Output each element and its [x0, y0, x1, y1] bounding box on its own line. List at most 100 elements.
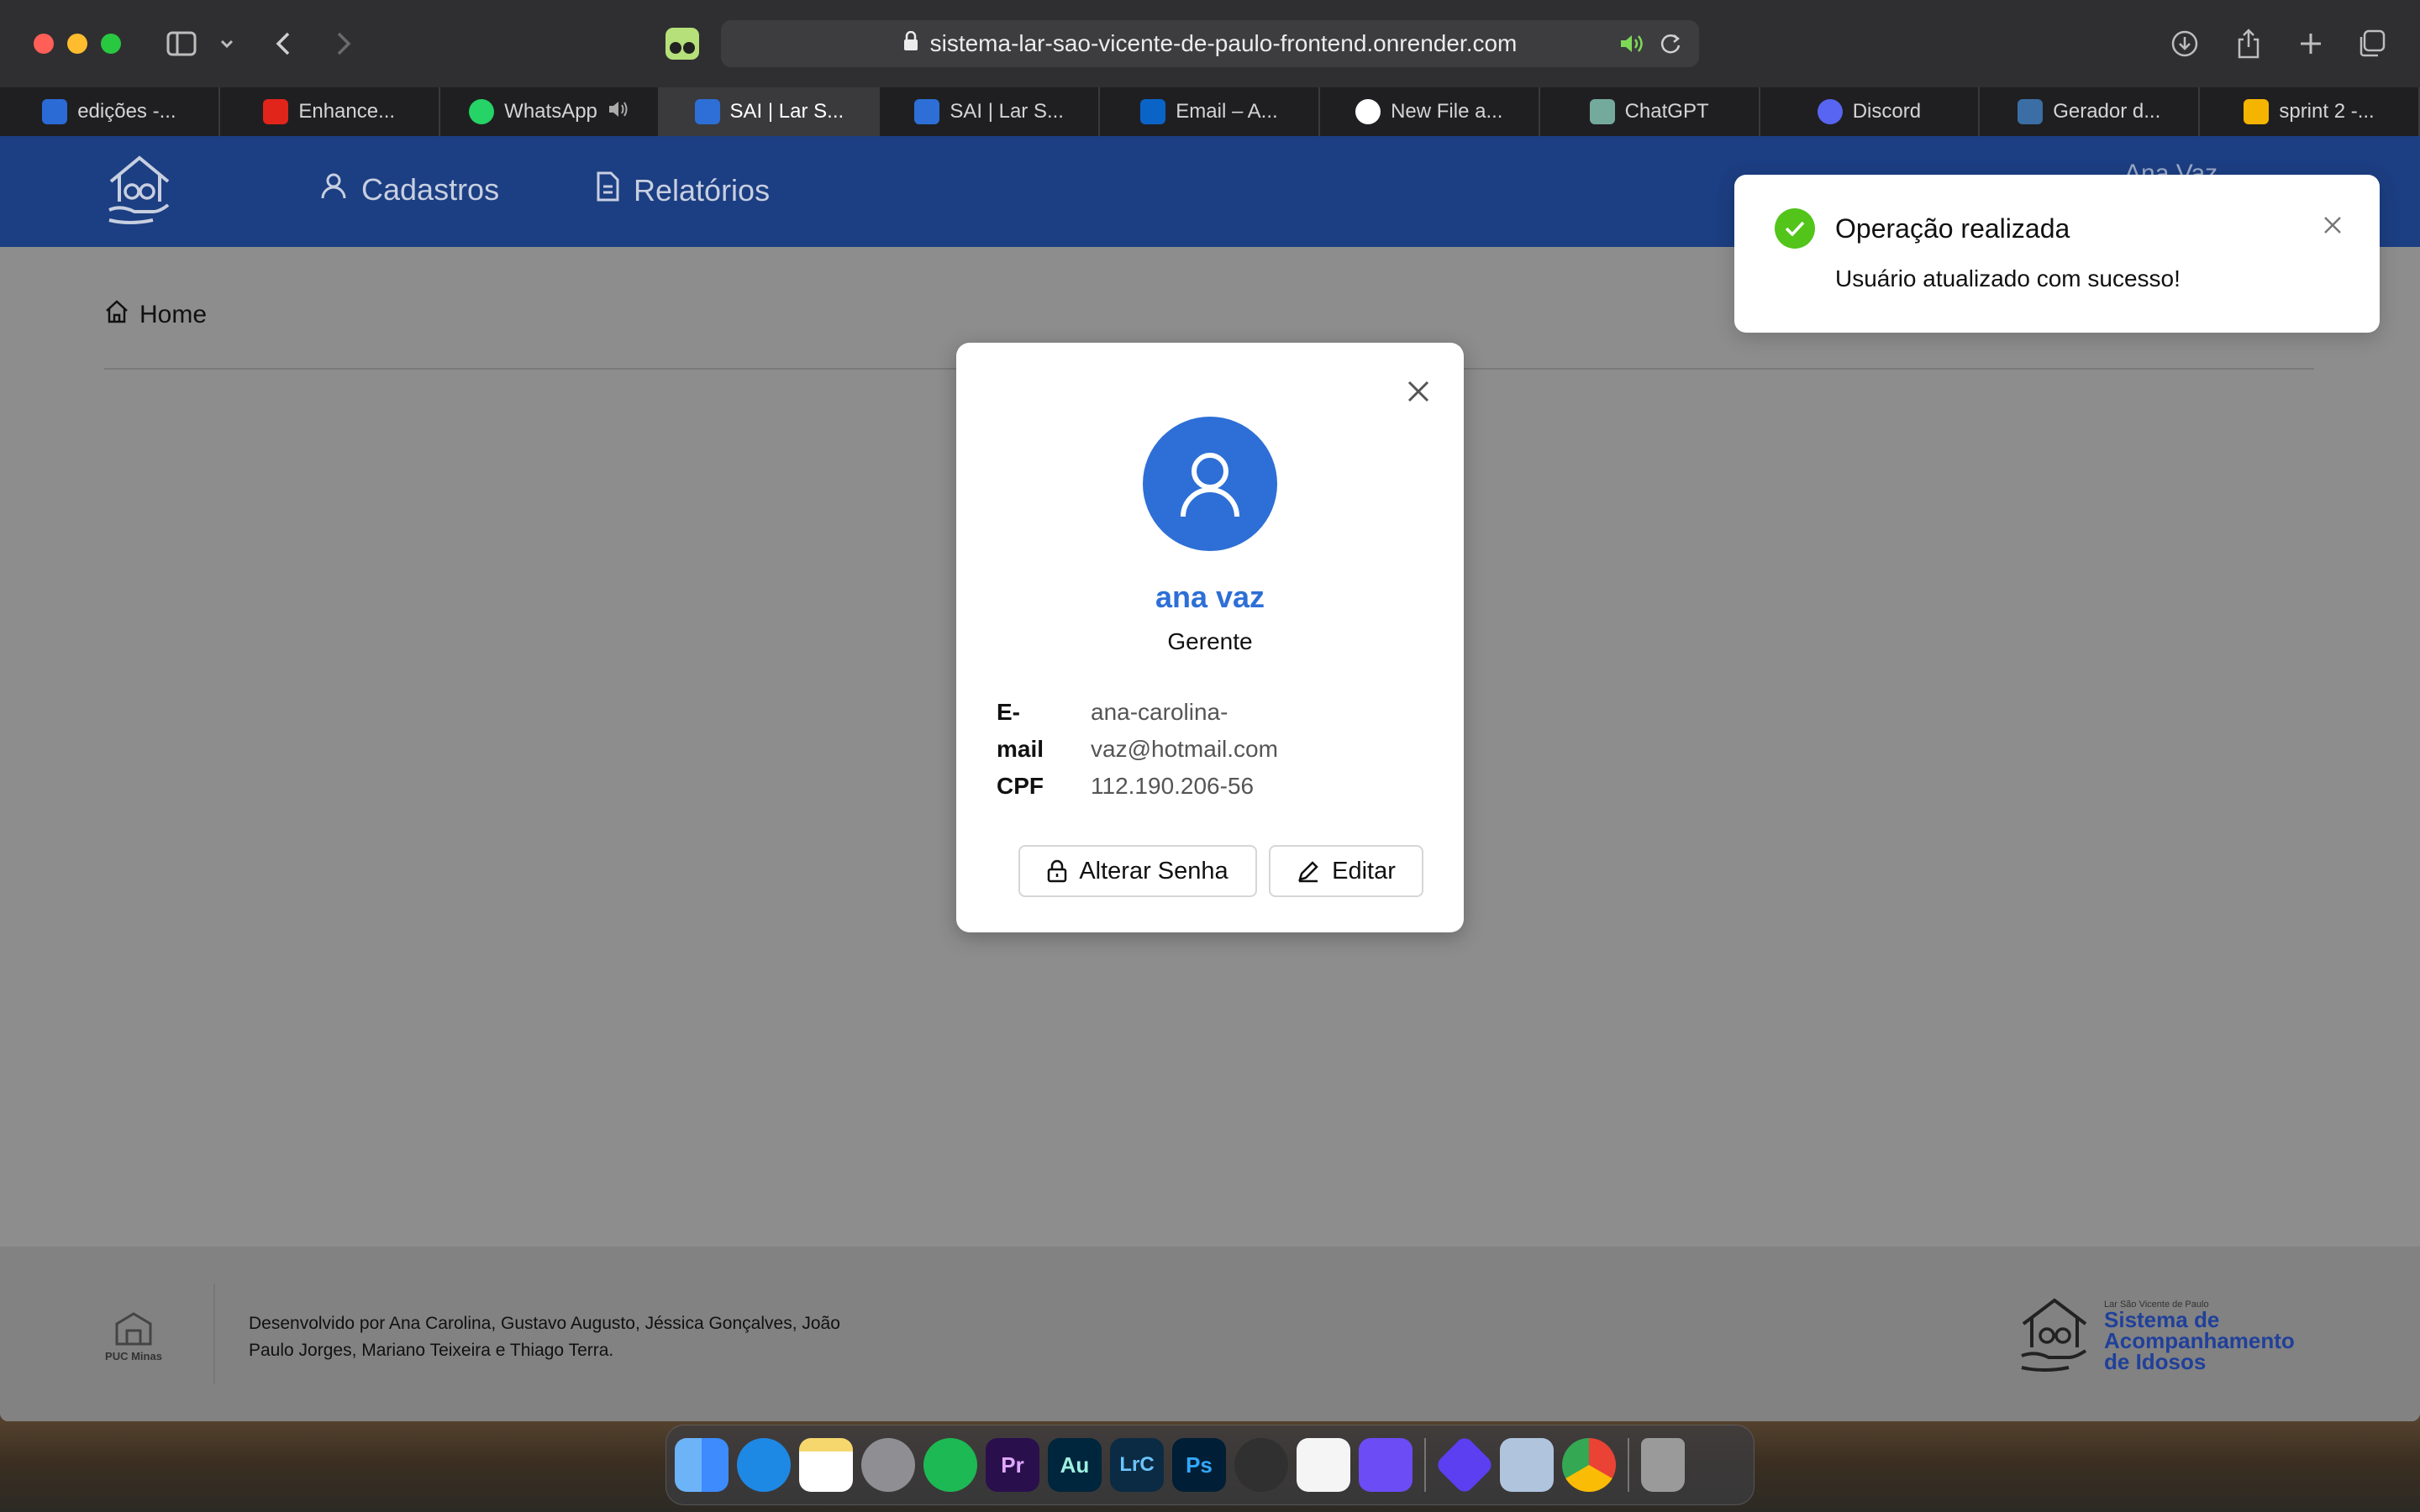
back-arrow-icon[interactable] — [271, 22, 296, 66]
brand-title-line: Acompanhamento — [2104, 1327, 2295, 1353]
tab-label: ChatGPT — [1624, 100, 1709, 123]
google-drive-icon[interactable] — [1297, 1438, 1350, 1492]
tab-sai-lar[interactable]: SAI | Lar S... — [880, 87, 1101, 136]
gerador-icon — [2018, 99, 2044, 124]
share-icon[interactable] — [2232, 22, 2265, 66]
modal-close-button[interactable] — [1402, 375, 1435, 408]
edit-button[interactable]: Editar — [1269, 845, 1423, 897]
dock-separator — [1424, 1438, 1426, 1492]
close-window-button[interactable] — [34, 34, 54, 54]
tab-label: WhatsApp — [504, 100, 597, 123]
nav-cadastros[interactable]: Cadastros — [319, 171, 499, 207]
google-drive-icon — [2244, 99, 2270, 124]
system-settings-icon[interactable] — [861, 1438, 915, 1492]
tab-discord[interactable]: Discord — [1760, 87, 1981, 136]
puc-minas-logo: PUC Minas — [104, 1310, 163, 1362]
user-icon — [1181, 453, 1239, 517]
photoshop-icon[interactable]: Ps — [1172, 1438, 1226, 1492]
notification-close-button[interactable] — [2316, 208, 2349, 242]
tab-label: New File a... — [1391, 100, 1503, 123]
extension-icon[interactable] — [664, 22, 701, 66]
chevron-down-icon[interactable] — [217, 22, 237, 66]
credits-line: Desenvolvido por Ana Carolina, Gustavo A… — [249, 1314, 840, 1333]
app-label: Au — [1060, 1452, 1090, 1478]
email-value-line: ana-carolina- — [1091, 699, 1228, 725]
fullscreen-window-button[interactable] — [101, 34, 121, 54]
notification-title: Operação realizada — [1835, 213, 2070, 244]
tab-overview-icon[interactable] — [2354, 22, 2388, 66]
house-logo-icon[interactable] — [104, 153, 175, 228]
tab-label: sprint 2 -... — [2279, 100, 2375, 123]
email-label-line: mail — [997, 736, 1044, 762]
address-bar[interactable]: sistema-lar-sao-vicente-de-paulo-fronten… — [721, 20, 1699, 67]
change-password-button[interactable]: Alterar Senha — [1018, 845, 1257, 897]
change-password-label: Alterar Senha — [1079, 857, 1228, 885]
trash-icon[interactable] — [1641, 1438, 1685, 1492]
notes-icon[interactable] — [799, 1438, 853, 1492]
email-value: ana-carolina- vaz@hotmail.com — [1091, 694, 1309, 768]
sidebar-toggle-icon[interactable] — [165, 22, 198, 66]
user-profile-modal: ana vaz Gerente E- mail ana-carolina- va… — [956, 343, 1464, 932]
instruments-icon[interactable] — [1359, 1438, 1413, 1492]
speaker-icon[interactable] — [608, 100, 629, 124]
github-icon — [1355, 99, 1381, 124]
download-icon[interactable] — [2168, 22, 2202, 66]
breadcrumb[interactable]: Home — [104, 299, 207, 331]
app-label: Pr — [1001, 1452, 1024, 1478]
infuse-icon[interactable] — [1434, 1434, 1496, 1496]
adobe-icon — [263, 99, 289, 124]
tab-enhance[interactable]: Enhance... — [220, 87, 440, 136]
tab-gerador[interactable]: Gerador d... — [1980, 87, 2201, 136]
tab-whatsapp[interactable]: WhatsApp — [440, 87, 660, 136]
preview-icon[interactable] — [1500, 1438, 1554, 1492]
tab-label: Enhance... — [298, 100, 396, 123]
app-label: LrC — [1119, 1453, 1155, 1476]
profile-info: E- mail ana-carolina- vaz@hotmail.com CP… — [997, 694, 1434, 805]
davinci-resolve-icon[interactable] — [1234, 1438, 1288, 1492]
tab-edicoes[interactable]: edições -... — [0, 87, 220, 136]
notification-message: Usuário atualizado com sucesso! — [1835, 265, 2181, 291]
minimize-window-button[interactable] — [67, 34, 87, 54]
chatgpt-icon — [1589, 99, 1615, 124]
safari-icon[interactable] — [737, 1438, 791, 1492]
audition-icon[interactable]: Au — [1048, 1438, 1102, 1492]
email-row: E- mail ana-carolina- vaz@hotmail.com — [997, 694, 1434, 768]
user-icon — [319, 171, 348, 207]
premiere-icon[interactable]: Pr — [986, 1438, 1039, 1492]
footer-credits: Desenvolvido por Ana Carolina, Gustavo A… — [249, 1310, 871, 1364]
nav-relatorios-label: Relatórios — [634, 172, 771, 207]
sai-logo-icon — [694, 99, 720, 124]
tab-email[interactable]: Email – A... — [1100, 87, 1320, 136]
discord-icon — [1817, 99, 1843, 124]
page-footer: PUC Minas Desenvolvido por Ana Carolina,… — [0, 1247, 2420, 1421]
tab-sai-lar-active[interactable]: SAI | Lar S... — [660, 87, 881, 136]
speaker-icon[interactable] — [1618, 32, 1645, 61]
close-icon — [2324, 217, 2341, 234]
dock-separator — [1628, 1438, 1629, 1492]
breadcrumb-home-label: Home — [139, 301, 208, 328]
app-label: Ps — [1186, 1452, 1213, 1478]
chrome-icon[interactable] — [1562, 1438, 1616, 1492]
tab-label: SAI | Lar S... — [729, 100, 844, 123]
close-icon — [1407, 381, 1429, 402]
spotify-icon[interactable] — [923, 1438, 977, 1492]
nav-relatorios[interactable]: Relatórios — [595, 171, 770, 209]
email-label: E- mail — [997, 694, 1091, 768]
lock-icon — [903, 30, 918, 57]
tab-github[interactable]: New File a... — [1320, 87, 1540, 136]
finder-icon[interactable] — [675, 1438, 729, 1492]
lightroom-classic-icon[interactable]: LrC — [1110, 1438, 1164, 1492]
reload-icon[interactable] — [1659, 32, 1682, 61]
email-label-line: E- — [997, 699, 1020, 725]
forward-arrow-icon[interactable] — [331, 22, 356, 66]
tab-sprint[interactable]: sprint 2 -... — [2200, 87, 2420, 136]
tab-label: SAI | Lar S... — [950, 100, 1064, 123]
tab-chatgpt[interactable]: ChatGPT — [1540, 87, 1760, 136]
outlook-icon — [1140, 99, 1166, 124]
profile-name: ana vaz — [1155, 580, 1265, 614]
cpf-label: CPF — [997, 773, 1044, 799]
cpf-row: CPF 112.190.206-56 — [997, 768, 1434, 805]
document-icon — [595, 171, 620, 209]
new-tab-icon[interactable] — [2294, 22, 2328, 66]
check-circle-icon — [1775, 208, 1815, 249]
